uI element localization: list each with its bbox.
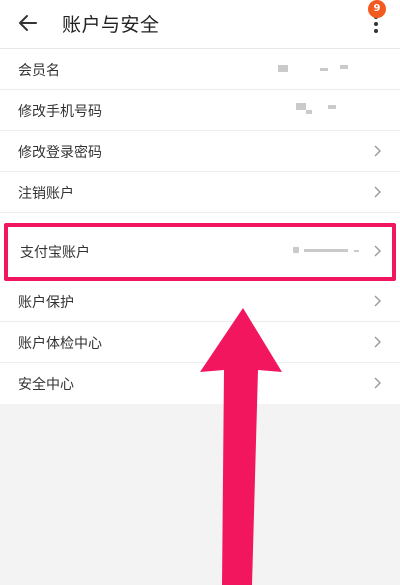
redacted-value <box>296 103 306 110</box>
row-cancel-account[interactable]: 注销账户 <box>0 172 400 213</box>
row-label: 修改手机号码 <box>18 104 102 120</box>
row-account-protection[interactable]: 账户保护 <box>0 281 400 322</box>
row-change-phone[interactable]: 修改手机号码 <box>0 90 400 131</box>
notification-badge: 9 <box>368 0 386 18</box>
row-label: 修改登录密码 <box>18 145 102 161</box>
redacted-value <box>328 105 336 109</box>
redacted-value <box>340 65 348 69</box>
page-title: 账户与安全 <box>62 14 160 36</box>
settings-list: 会员名 修改手机号码 修改登录密码 注销账户 支付宝账户 账户保护 账户体检中心… <box>0 49 400 404</box>
redacted-value <box>306 110 312 114</box>
row-label: 账户体检中心 <box>18 336 102 352</box>
redacted-value <box>293 247 299 253</box>
chevron-right-icon <box>374 295 381 307</box>
row-alipay-account[interactable]: 支付宝账户 <box>4 223 396 281</box>
redacted-value <box>354 250 359 252</box>
row-label: 安全中心 <box>18 377 74 393</box>
row-label: 账户保护 <box>18 295 74 311</box>
top-bar: 账户与安全 9 <box>0 0 400 49</box>
empty-background <box>0 409 400 585</box>
chevron-right-icon <box>374 145 381 157</box>
row-label: 注销账户 <box>18 186 74 202</box>
row-label: 会员名 <box>18 63 60 79</box>
row-label: 支付宝账户 <box>20 245 90 261</box>
chevron-right-icon <box>374 245 381 257</box>
row-account-checkup[interactable]: 账户体检中心 <box>0 322 400 363</box>
chevron-right-icon <box>374 377 381 389</box>
back-arrow-icon[interactable] <box>16 10 42 36</box>
redacted-value <box>304 249 348 252</box>
redacted-value <box>320 68 328 71</box>
row-spacer <box>0 213 400 223</box>
chevron-right-icon <box>374 186 381 198</box>
row-member-name[interactable]: 会员名 <box>0 49 400 90</box>
row-security-center[interactable]: 安全中心 <box>0 363 400 404</box>
chevron-right-icon <box>374 336 381 348</box>
row-change-password[interactable]: 修改登录密码 <box>0 131 400 172</box>
redacted-value <box>278 65 288 72</box>
